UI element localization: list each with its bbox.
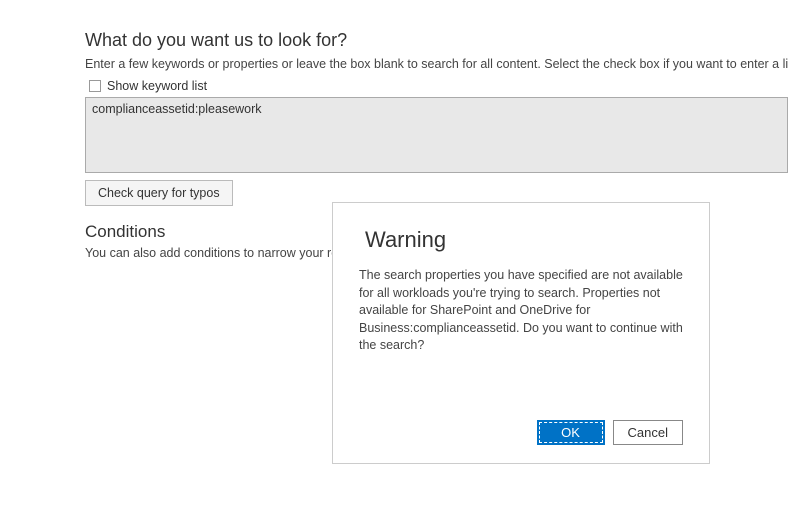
cancel-button[interactable]: Cancel [613, 420, 683, 445]
ok-button[interactable]: OK [537, 420, 605, 445]
check-query-typos-button[interactable]: Check query for typos [85, 180, 233, 206]
dialog-button-row: OK Cancel [359, 420, 683, 445]
dialog-title: Warning [359, 227, 683, 253]
dialog-body: The search properties you have specified… [359, 267, 683, 410]
query-input[interactable] [85, 97, 788, 173]
show-keyword-list-row[interactable]: Show keyword list [85, 79, 788, 93]
show-keyword-list-checkbox[interactable] [89, 80, 101, 92]
show-keyword-list-label: Show keyword list [107, 79, 207, 93]
search-subtext: Enter a few keywords or properties or le… [85, 57, 788, 71]
warning-dialog: Warning The search properties you have s… [332, 202, 710, 464]
search-heading: What do you want us to look for? [85, 30, 788, 51]
